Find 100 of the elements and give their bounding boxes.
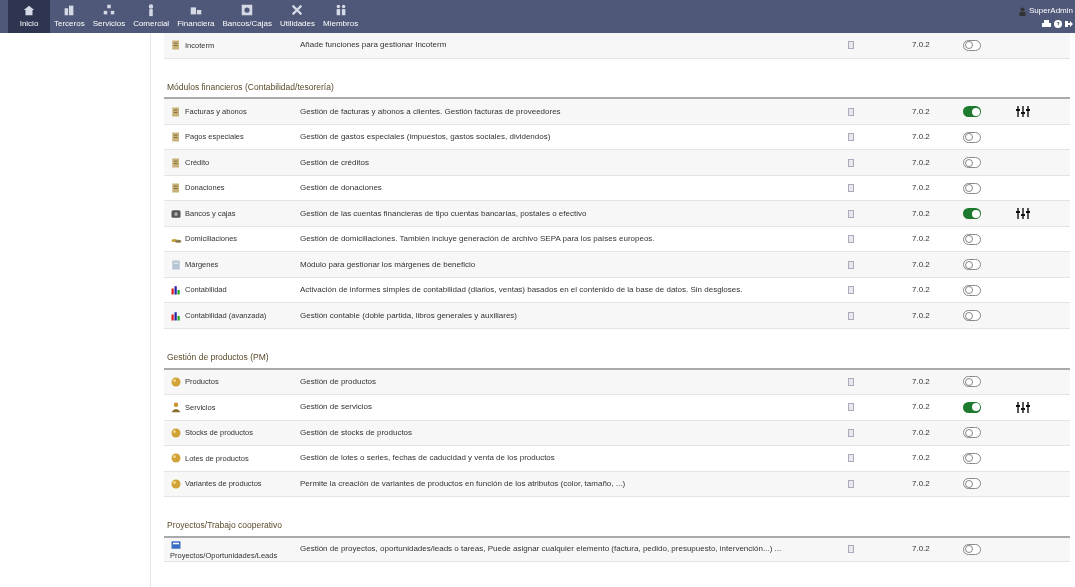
sheet-icon (170, 258, 182, 271)
info-icon[interactable] (848, 428, 854, 437)
module-version: 7.0.2 (912, 157, 930, 167)
module-version: 7.0.2 (912, 376, 930, 386)
document-icon (170, 105, 182, 118)
toggle-switch[interactable] (963, 259, 981, 270)
nav-tab[interactable]: Bancos/Cajas (218, 0, 276, 33)
info-icon[interactable] (848, 260, 854, 269)
module-description: Gestión de stocks de productos (300, 427, 413, 437)
person-icon (170, 401, 182, 414)
module-description: Gestión de facturas y abonos a clientes. Gestión facturas de proveedores (300, 106, 561, 116)
module-version: 7.0.2 (912, 208, 930, 218)
module-version: 7.0.2 (912, 40, 930, 50)
nav-tab[interactable]: Inicio (8, 0, 50, 33)
info-icon[interactable] (848, 311, 854, 320)
product-icon (170, 426, 182, 439)
module-version: 7.0.2 (912, 427, 930, 437)
settings-icon[interactable] (1016, 106, 1030, 117)
toggle-switch[interactable] (963, 452, 981, 464)
module-version: 7.0.2 (912, 259, 930, 269)
document-icon (170, 156, 182, 169)
safe-icon (170, 207, 182, 220)
module-description: Gestión de lotes o series, fechas de caducidad y venta de los productos (300, 453, 555, 463)
settings-icon[interactable] (1016, 208, 1030, 219)
info-icon[interactable] (848, 377, 854, 386)
module-version: 7.0.2 (912, 310, 930, 320)
module-version: 7.0.2 (912, 453, 930, 463)
print-icon[interactable] (1042, 20, 1051, 28)
module-description: Permite la creación de variantes de productos en función de los atributos (color, tamaño, ...) (300, 478, 626, 488)
toggle-switch[interactable] (963, 182, 981, 194)
info-icon[interactable] (848, 209, 854, 218)
section-title: Proyectos/Trabajo cooperativo (167, 519, 283, 532)
document-icon (170, 131, 182, 143)
module-description: Gestión de domiciliaciones. También incluye generación de archivo SEPA para los países europeos. (300, 234, 655, 243)
module-description: Gestión contable (doble partida, libros generales y auxiliares) (300, 310, 517, 320)
boxes-icon (101, 3, 116, 17)
toggle-switch[interactable] (963, 131, 981, 143)
bar-chart-icon (170, 309, 182, 322)
toggle-switch[interactable] (963, 106, 981, 117)
info-icon[interactable] (848, 235, 854, 243)
info-icon[interactable] (848, 545, 854, 554)
module-version: 7.0.2 (912, 183, 930, 192)
nav-tab[interactable]: Servicios (88, 0, 130, 33)
toggle-switch[interactable] (963, 157, 981, 168)
product-icon (170, 375, 182, 388)
toggle-switch[interactable] (963, 478, 981, 490)
info-icon[interactable] (848, 41, 854, 50)
nav-tab[interactable]: Financiera (173, 0, 219, 33)
document-icon (170, 39, 182, 52)
nav-tab[interactable]: Utilidades (275, 0, 319, 33)
toggle-switch[interactable] (963, 376, 981, 388)
toggle-switch[interactable] (963, 39, 981, 51)
toggle-switch[interactable] (963, 208, 981, 219)
module-version: 7.0.2 (912, 106, 930, 116)
info-icon[interactable] (848, 184, 854, 192)
info-icon[interactable] (848, 133, 854, 141)
module-description: Gestión de productos (300, 376, 377, 386)
info-icon[interactable] (848, 158, 854, 167)
module-description: Gestión de las cuentas financieras de tipo cuentas bancarias, postales o efectivo (300, 208, 587, 218)
module-version: 7.0.2 (912, 544, 930, 554)
product-icon (170, 477, 182, 490)
toggle-switch[interactable] (963, 427, 981, 439)
home-icon (22, 3, 36, 17)
toggle-switch[interactable] (963, 401, 981, 413)
user-icon (1018, 6, 1026, 16)
info-icon[interactable] (848, 107, 854, 116)
section-title: Gestión de productos (PM) (167, 350, 270, 364)
module-version: 7.0.2 (912, 478, 930, 488)
module-description: Gestión de gastos especiales (impuestos, gastos sociales, dividendos) (300, 132, 551, 141)
module-description: Gestión de créditos (300, 157, 369, 167)
module-description: Gestión de servicios (300, 402, 373, 412)
nav-tab[interactable]: Miembros (319, 0, 363, 33)
bar-chart-icon (170, 284, 182, 296)
module-description: Añade funciones para gestionar Incoterm (300, 40, 447, 50)
module-version: 7.0.2 (912, 132, 930, 141)
section-title: Módulos financieros (Contabilidad/tesorería) (167, 80, 335, 94)
product-icon (170, 452, 182, 465)
info-icon[interactable] (848, 479, 854, 488)
nav-tab[interactable]: Terceros (50, 0, 89, 33)
safe-icon (240, 3, 255, 17)
toggle-switch[interactable] (963, 233, 981, 245)
module-description: Activación de informes simples de contabilidad (diarios, ventas) basados en el contenido de la base de datos. Sin desgloses. (300, 285, 743, 294)
info-icon[interactable] (848, 454, 854, 463)
settings-icon[interactable] (1016, 401, 1030, 413)
toggle-switch[interactable] (963, 310, 981, 321)
document-icon (170, 182, 182, 194)
info-icon[interactable] (848, 403, 854, 412)
module-version: 7.0.2 (912, 234, 930, 243)
logout-icon[interactable] (1065, 20, 1073, 28)
module-description: Módulo para gestionar los márgenes de beneficio (300, 259, 476, 269)
help-icon[interactable] (1054, 20, 1062, 28)
module-description: Gestión de proyectos, oportunidades/leads o tareas, Puede asignar cualquier elemento (factura, pedido, presupuesto, intervención...) ... (300, 544, 782, 554)
info-icon[interactable] (848, 286, 854, 294)
module-description: Gestión de donaciones (300, 183, 382, 192)
module-version: 7.0.2 (912, 285, 930, 294)
user-name[interactable]: SuperAdmin (1028, 5, 1073, 17)
toggle-switch[interactable] (963, 284, 981, 296)
module-version: 7.0.2 (912, 402, 930, 412)
nav-tab[interactable]: Comercial (129, 0, 174, 33)
toggle-switch[interactable] (963, 543, 981, 555)
